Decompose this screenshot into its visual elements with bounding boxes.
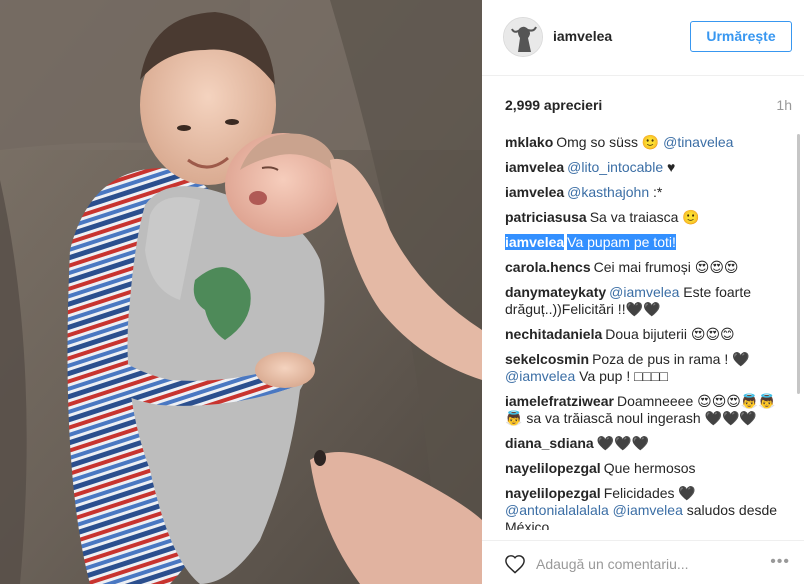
heart-icon[interactable] — [504, 554, 526, 574]
comment-bar: ••• — [482, 540, 804, 584]
comment-text: Sa va traiasca 🙂 — [589, 209, 700, 225]
comment-item: mklako Omg so süss 🙂 @tinavelea — [505, 134, 784, 151]
comment-mention[interactable]: @tinavelea — [663, 134, 733, 150]
comment-text: Que hermosos — [603, 460, 696, 476]
comment-username[interactable]: patriciasusa — [505, 209, 587, 225]
likes-count[interactable]: 2,999 aprecieri — [505, 97, 602, 113]
comment-item: iamvelea Va pupam pe toti! — [505, 234, 784, 251]
comment-text: Va pup ! □□□□ — [575, 368, 668, 384]
comment-text: Doua bijuterii 😍😍😊 — [605, 326, 735, 342]
comment-mention[interactable]: @iamvelea — [609, 284, 679, 300]
comment-item: sekelcosmin Poza de pus in rama ! 🖤 @iamv… — [505, 351, 784, 385]
comment-username[interactable]: iamvelea — [505, 159, 564, 175]
add-comment-input[interactable] — [536, 551, 756, 577]
follow-button[interactable]: Urmărește — [690, 21, 792, 52]
comment-mention[interactable]: @lito_intocable — [567, 159, 663, 175]
avatar[interactable] — [503, 17, 543, 57]
post-author-username[interactable]: iamvelea — [553, 28, 612, 44]
post-photo[interactable] — [0, 0, 482, 584]
comment-username[interactable]: nayelilopezgal — [505, 485, 601, 501]
comment-mention[interactable]: @kasthajohn — [567, 184, 649, 200]
comment-item: iamvelea @lito_intocable ♥ — [505, 159, 784, 176]
comment-list: mklako Omg so süss 🙂 @tinavelea iamvelea @l… — [482, 126, 804, 530]
comment-username[interactable]: mklako — [505, 134, 553, 150]
comment-username[interactable]: iamelefratziwear — [505, 393, 614, 409]
comment-item: nayelilopezgal Que hermosos — [505, 460, 784, 477]
comment-item: carola.hencs Cei mai frumoși 😍😍😍 — [505, 259, 784, 276]
more-options-icon[interactable]: ••• — [770, 554, 790, 570]
comments-section[interactable]: mklako Omg so süss 🙂 @tinavelea iamvelea @l… — [482, 126, 804, 530]
comment-text: 🖤🖤🖤 — [596, 435, 649, 451]
comment-username[interactable]: iamvelea — [505, 184, 564, 200]
comment-username[interactable]: iamvelea — [505, 234, 565, 250]
post-header: iamvelea Urmărește — [482, 0, 804, 76]
comment-mention[interactable]: @antonialalalala — [505, 502, 609, 518]
comment-text: ♥ — [663, 159, 676, 175]
comment-username[interactable]: nayelilopezgal — [505, 460, 601, 476]
comment-mention[interactable]: @iamvelea — [505, 368, 575, 384]
comment-text: Va pupam pe toti! — [567, 234, 676, 250]
post-stats: 2,999 aprecieri 1h — [482, 76, 804, 126]
comment-mention[interactable]: @iamvelea — [613, 502, 683, 518]
comment-text: Felicidades 🖤 — [603, 485, 696, 501]
comment-text: Cei mai frumoși 😍😍😍 — [593, 259, 739, 275]
comment-username[interactable]: nechitadaniela — [505, 326, 602, 342]
comment-item: nechitadaniela Doua bijuterii 😍😍😊 — [505, 326, 784, 343]
post-side-panel: iamvelea Urmărește 2,999 aprecieri 1h mk… — [482, 0, 804, 584]
comment-item: nayelilopezgal Felicidades 🖤 @antonialala… — [505, 485, 784, 530]
post-timestamp[interactable]: 1h — [776, 97, 792, 113]
comment-item: danymateykaty @iamvelea Este foarte drăgu… — [505, 284, 784, 318]
baby-photo-image — [0, 0, 482, 584]
comment-username[interactable]: diana_sdiana — [505, 435, 594, 451]
comment-username[interactable]: carola.hencs — [505, 259, 591, 275]
comment-text: Omg so süss 🙂 — [556, 134, 664, 150]
comment-item: patriciasusa Sa va traiasca 🙂 — [505, 209, 784, 226]
comment-item: iamelefratziwear Doamneeee 😍😍😍👼👼👼 sa va t… — [505, 393, 784, 427]
comment-username[interactable]: danymateykaty — [505, 284, 606, 300]
avatar-image — [504, 18, 542, 56]
comment-item: diana_sdiana 🖤🖤🖤 — [505, 435, 784, 452]
comment-text: :* — [649, 184, 663, 200]
comments-scrollbar[interactable] — [797, 134, 800, 394]
comment-text: Poza de pus in rama ! 🖤 — [592, 351, 750, 367]
comment-item: iamvelea @kasthajohn :* — [505, 184, 784, 201]
comment-username[interactable]: sekelcosmin — [505, 351, 589, 367]
